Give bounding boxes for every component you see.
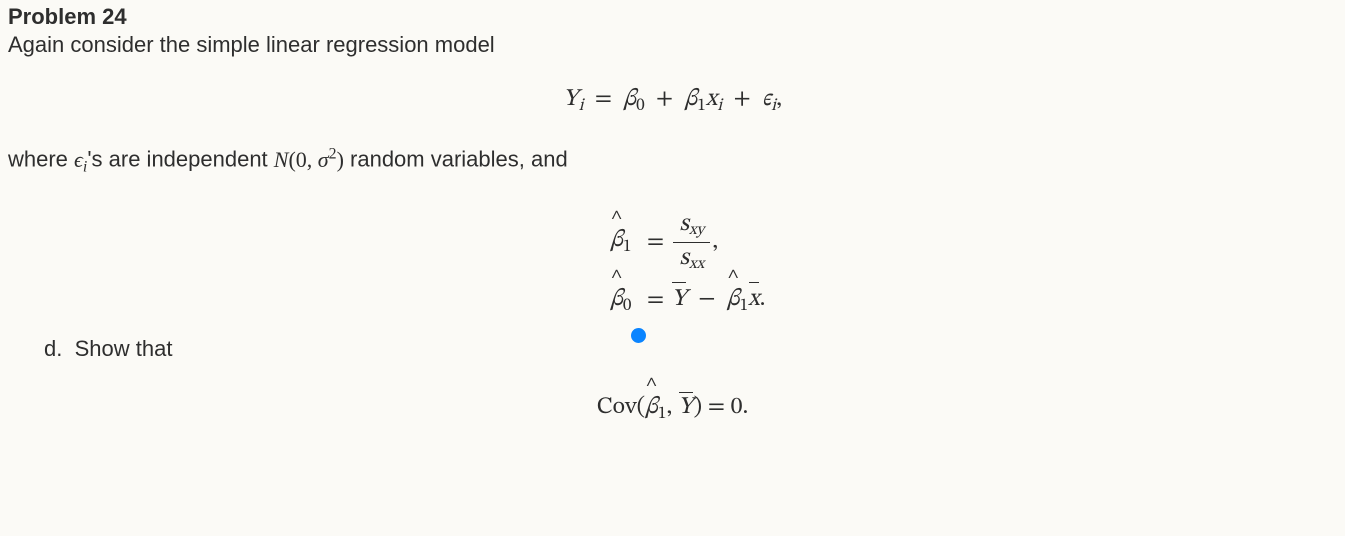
subpart-text: Show that xyxy=(75,336,173,361)
cov-equation: Cov(β1, Y) = 0. xyxy=(8,392,1337,425)
b1r-sym: β xyxy=(727,287,740,311)
beta0-hat-eq: β0 = Y − β1x. xyxy=(579,281,765,320)
b1-eq: = xyxy=(639,224,671,260)
cov-close: ) xyxy=(693,395,702,419)
cov-b1: β xyxy=(645,395,658,419)
subpart-d: d. Show that xyxy=(44,336,1337,362)
sigma-sq: 2 xyxy=(329,145,337,162)
dist-open: (0, xyxy=(288,147,317,172)
where-post2: random variables, and xyxy=(344,147,568,172)
intro-text: Again consider the simple linear regress… xyxy=(8,32,1337,58)
model-b0-sub: 0 xyxy=(636,98,645,115)
model-Y-sub: i xyxy=(579,98,584,115)
b1hat-sym: β xyxy=(610,228,623,252)
where-pre: where xyxy=(8,147,74,172)
b0hat-sub: 0 xyxy=(623,298,632,315)
xbar: x xyxy=(748,287,760,311)
model-b0: β xyxy=(623,87,636,111)
b1-trail: , xyxy=(712,229,718,253)
subpart-label: d. xyxy=(44,336,62,361)
document-page: Problem 24 Again consider the simple lin… xyxy=(0,0,1345,425)
s-den: s xyxy=(680,246,689,270)
dist-close: ) xyxy=(337,147,344,172)
cursor-dot-icon xyxy=(631,328,646,343)
s-num: s xyxy=(679,212,688,236)
model-Y: Y xyxy=(563,87,579,111)
b0-eq: = xyxy=(639,282,671,318)
dist-N: N xyxy=(274,147,289,172)
model-b1: β xyxy=(684,87,697,111)
b1r-sub: 1 xyxy=(740,298,749,315)
model-x: x xyxy=(706,87,718,111)
model-eps: ϵ xyxy=(762,87,771,111)
b1hat-sub: 1 xyxy=(623,239,632,256)
cov-fn: Cov xyxy=(597,395,637,419)
model-trail: , xyxy=(776,87,782,111)
minus: − xyxy=(698,287,715,311)
sxy-over-sxx: sxy sxx xyxy=(673,210,710,273)
cov-eq0: = 0. xyxy=(702,395,748,419)
where-post1: 's are independent xyxy=(87,147,273,172)
estimator-equations: β1 = sxy sxx , β0 = Y − β1x. xyxy=(8,202,1337,328)
s-num-sub: xy xyxy=(689,222,704,238)
ybar: Y xyxy=(671,287,687,311)
model-b1-sub: 1 xyxy=(697,98,706,115)
model-equation: Yi = β0 + β1xi + ϵi, xyxy=(8,84,1337,117)
cov-open: ( xyxy=(637,395,646,419)
model-x-sub: i xyxy=(717,98,722,115)
problem-title: Problem 24 xyxy=(8,4,1337,30)
b0-trail: . xyxy=(760,287,766,311)
b0hat-sym: β xyxy=(610,287,623,311)
cov-comma: , xyxy=(666,395,678,419)
where-eps: ϵ xyxy=(74,147,83,172)
where-line: where ϵi's are independent N(0, σ2) rand… xyxy=(8,145,1337,176)
sigma: σ xyxy=(318,147,329,172)
cov-ybar: Y xyxy=(678,395,694,419)
s-den-sub: xx xyxy=(689,255,704,271)
